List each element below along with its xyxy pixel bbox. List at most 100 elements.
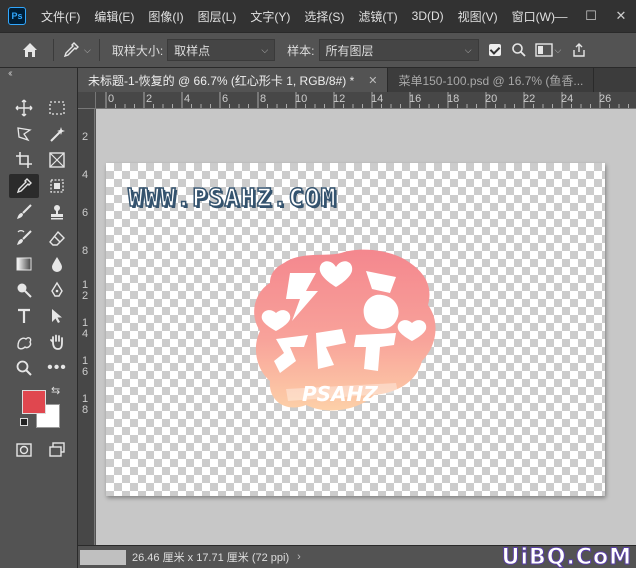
ruler-ticks <box>105 92 629 108</box>
screen-mode-button[interactable] <box>42 438 72 462</box>
ruler-label: 8 <box>82 245 89 257</box>
magic-wand-icon <box>50 127 65 142</box>
blur-tool[interactable] <box>42 252 72 276</box>
sample-size-select[interactable]: 取样点 ⌵ <box>167 39 276 61</box>
foreground-color-swatch[interactable] <box>22 390 46 414</box>
hand-tool[interactable] <box>42 330 72 354</box>
eyedropper-preset-picker[interactable]: ⌵ <box>62 41 91 59</box>
horizontal-ruler[interactable]: 0 2 4 6 8 10 12 14 16 18 20 22 24 26 <box>96 92 636 109</box>
zoom-level-field[interactable] <box>80 549 126 565</box>
ruler-label: 8 <box>260 93 267 105</box>
menu-type[interactable]: 文字(Y) <box>243 8 297 25</box>
maximize-button[interactable]: ☐ <box>576 0 606 32</box>
tab-document-2[interactable]: 菜单150-100.psd @ 16.7% (鱼香... <box>388 68 595 92</box>
ruler-label: 14 <box>371 93 384 105</box>
ruler-label: 4 <box>184 93 191 105</box>
collapse-panel-icon[interactable]: ‹‹ <box>8 68 12 79</box>
ruler-label: 2 <box>82 131 89 143</box>
tab-document-1[interactable]: 未标题-1-恢复的 @ 66.7% (红心形卡 1, RGB/8#) * ✕ <box>78 68 389 92</box>
type-tool[interactable] <box>9 304 39 328</box>
ruler-origin[interactable] <box>78 92 96 109</box>
stamp-tool[interactable] <box>42 200 72 224</box>
chevron-down-icon: ⌵ <box>464 44 472 55</box>
window-controls: — ☐ ✕ <box>546 0 636 32</box>
ruler-label: 22 <box>523 93 536 105</box>
transparent-canvas[interactable]: WWW.PSAHZ.COM PSAHZ <box>106 163 605 496</box>
document-workspace[interactable]: WWW.PSAHZ.COM PSAHZ <box>96 109 636 545</box>
ruler-label: 4 <box>82 169 89 181</box>
edit-toolbar-button[interactable]: ••• <box>42 356 72 380</box>
menu-layer[interactable]: 图层(L) <box>191 8 244 25</box>
document-tabs: 未标题-1-恢复的 @ 66.7% (红心形卡 1, RGB/8#) * ✕ 菜… <box>78 68 636 92</box>
menu-filter[interactable]: 滤镜(T) <box>351 8 404 25</box>
ruler-label: 0 <box>108 93 115 105</box>
watermark-text: WWW.PSAHZ.COM <box>127 182 337 213</box>
marquee-tool[interactable] <box>42 96 72 120</box>
screen-mode-icon <box>49 442 65 457</box>
menu-select[interactable]: 选择(S) <box>297 8 351 25</box>
gradient-tool[interactable] <box>9 252 39 276</box>
ruler-label: 16 <box>409 93 422 105</box>
dodge-icon <box>17 283 32 298</box>
ruler-label: 4 <box>82 328 89 340</box>
stamp-icon <box>51 205 63 220</box>
options-bar: ⌵ 取样大小: 取样点 ⌵ 样本: 所有图层 ⌵ ⌵ <box>0 32 636 68</box>
zoom-icon <box>16 360 32 376</box>
sample-size-label: 取样大小: <box>111 43 164 58</box>
menu-edit[interactable]: 编辑(E) <box>87 8 141 25</box>
photoshop-logo[interactable]: Ps <box>8 7 26 25</box>
ruler-label: 2 <box>146 93 153 105</box>
workspace-layout-icon[interactable] <box>534 43 553 57</box>
menu-view[interactable]: 视图(V) <box>451 8 505 25</box>
lasso-tool[interactable] <box>9 122 39 146</box>
menu-image[interactable]: 图像(I) <box>141 8 190 25</box>
swap-colors-icon[interactable]: ⇆ <box>51 384 60 397</box>
home-button[interactable] <box>15 35 45 65</box>
dodge-tool[interactable] <box>9 278 39 302</box>
close-icon[interactable]: ✕ <box>368 74 377 87</box>
ruler-label: 6 <box>82 207 89 219</box>
eraser-icon <box>49 230 65 246</box>
status-menu-arrow[interactable]: › <box>297 551 301 563</box>
quick-mask-icon <box>16 443 32 457</box>
menu-bar: Ps 文件(F) 编辑(E) 图像(I) 图层(L) 文字(Y) 选择(S) 滤… <box>0 0 636 32</box>
frame-tool[interactable] <box>42 148 72 172</box>
tab-label: 未标题-1-恢复的 @ 66.7% (红心形卡 1, RGB/8#) * <box>88 73 355 88</box>
search-icon[interactable] <box>511 42 527 58</box>
tools-panel: ‹‹ ••• ⇆ <box>0 68 78 568</box>
quick-mask-button[interactable] <box>9 438 39 462</box>
custom-shape-tool[interactable] <box>9 330 39 354</box>
tab-label: 菜单150-100.psd @ 16.7% (鱼香... <box>398 73 584 88</box>
eraser-tool[interactable] <box>42 226 72 250</box>
rectangle-marquee-icon <box>49 101 65 115</box>
vertical-ruler[interactable]: 2 4 6 8 1 2 1 4 1 6 1 8 <box>78 109 95 545</box>
brush-tool[interactable] <box>9 200 39 224</box>
menu-file[interactable]: 文件(F) <box>34 8 87 25</box>
object-selection-tool[interactable] <box>42 174 72 198</box>
heart-card-sticker: PSAHZ <box>254 249 436 411</box>
minimize-button[interactable]: — <box>546 0 576 32</box>
hand-icon <box>50 334 63 350</box>
pen-tool[interactable] <box>42 278 72 302</box>
type-icon <box>18 308 30 323</box>
show-sampling-ring-checkbox[interactable] <box>488 44 501 56</box>
share-icon[interactable] <box>571 42 587 58</box>
magic-wand-tool[interactable] <box>42 122 72 146</box>
chevron-down-icon[interactable]: ⌵ <box>555 45 562 56</box>
move-tool[interactable] <box>9 96 39 120</box>
close-button[interactable]: ✕ <box>606 0 636 32</box>
default-colors-icon[interactable] <box>20 418 28 426</box>
brush-icon <box>17 204 32 219</box>
path-selection-tool[interactable] <box>42 304 72 328</box>
history-brush-tool[interactable] <box>9 226 39 250</box>
crop-tool[interactable] <box>9 148 39 172</box>
eyedropper-tool[interactable] <box>9 174 39 198</box>
document-dimensions: 26.46 厘米 x 17.71 厘米 (72 ppi) <box>132 552 290 564</box>
sample-select[interactable]: 所有图层 ⌵ <box>318 39 479 61</box>
move-icon <box>15 99 33 117</box>
history-brush-icon <box>17 230 32 245</box>
zoom-tool[interactable] <box>9 356 39 380</box>
ruler-label: 10 <box>295 93 308 105</box>
menu-3d[interactable]: 3D(D) <box>405 9 451 23</box>
sample-value: 所有图层 <box>325 43 374 58</box>
